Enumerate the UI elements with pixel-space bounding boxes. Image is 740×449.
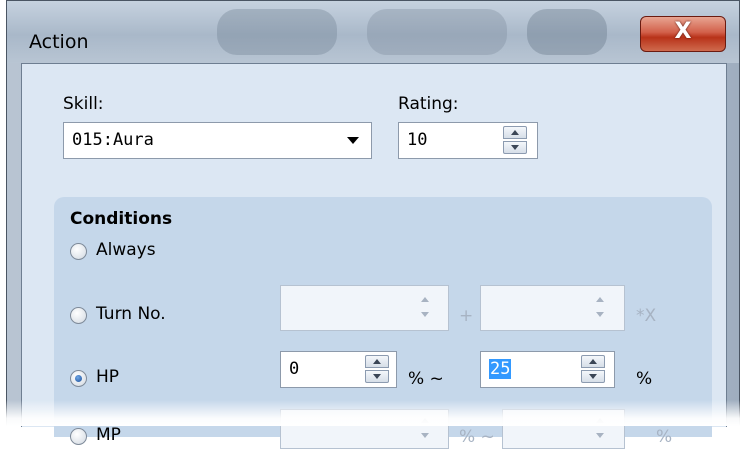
spin-down-icon: [414, 430, 438, 443]
spin-up-icon[interactable]: [581, 355, 605, 368]
conditions-group: Conditions Always Turn No. + *X HP 0 % ~…: [54, 197, 712, 449]
mp-percent-sign: %: [656, 427, 673, 447]
spin-up-icon[interactable]: [365, 355, 389, 368]
hp-min-value: 0: [289, 359, 300, 379]
title-bar[interactable]: Action X: [7, 1, 739, 63]
action-window: Action X Skill: 015:Aura Rating: 10 Cond…: [6, 0, 740, 449]
mp-min-spinner: [280, 409, 449, 449]
radio-button[interactable]: [70, 243, 87, 260]
radio-button[interactable]: [70, 428, 87, 445]
hp-max-spinner[interactable]: 25: [480, 351, 615, 388]
radio-label: MP: [96, 425, 121, 445]
mp-range-separator: % ~: [459, 427, 495, 447]
chevron-down-icon: [347, 137, 359, 144]
skill-dropdown[interactable]: 015:Aura: [63, 122, 372, 159]
hp-max-value: 25: [489, 359, 512, 379]
conditions-title: Conditions: [70, 209, 173, 229]
window-title: Action: [29, 31, 89, 53]
rating-label: Rating:: [398, 94, 459, 114]
radio-label: Turn No.: [96, 304, 166, 324]
spin-up-icon: [589, 294, 613, 307]
multiplier-suffix: *X: [636, 306, 657, 326]
skill-label: Skill:: [63, 94, 104, 114]
turn-no-multiplier-spinner: [480, 285, 625, 331]
spin-down-icon: [589, 309, 613, 322]
spin-up-icon: [414, 415, 438, 428]
radio-label: Always: [96, 240, 156, 260]
hp-percent-sign: %: [636, 369, 653, 389]
spin-down-icon[interactable]: [581, 370, 605, 383]
radio-button-selected[interactable]: [70, 370, 87, 387]
close-button[interactable]: X: [640, 16, 726, 52]
hp-range-separator: % ~: [408, 369, 444, 389]
spin-down-icon[interactable]: [365, 370, 389, 383]
plus-sign: +: [459, 306, 474, 326]
rating-spinner[interactable]: 10: [398, 122, 538, 159]
close-icon: X: [674, 19, 692, 44]
radio-label: HP: [96, 367, 120, 387]
spin-up-icon: [414, 294, 438, 307]
skill-selected-value: 015:Aura: [72, 130, 154, 150]
spin-up-icon: [589, 415, 613, 428]
spin-down-icon[interactable]: [503, 141, 527, 154]
spin-up-icon[interactable]: [503, 126, 527, 139]
rating-value: 10: [407, 130, 428, 150]
mp-max-spinner: [502, 409, 625, 449]
radio-button[interactable]: [70, 307, 87, 324]
spin-down-icon: [589, 430, 613, 443]
turn-no-start-spinner: [280, 285, 449, 331]
dialog-body: Skill: 015:Aura Rating: 10 Conditions Al…: [21, 63, 727, 449]
hp-min-spinner[interactable]: 0: [280, 351, 397, 388]
spin-down-icon: [414, 309, 438, 322]
